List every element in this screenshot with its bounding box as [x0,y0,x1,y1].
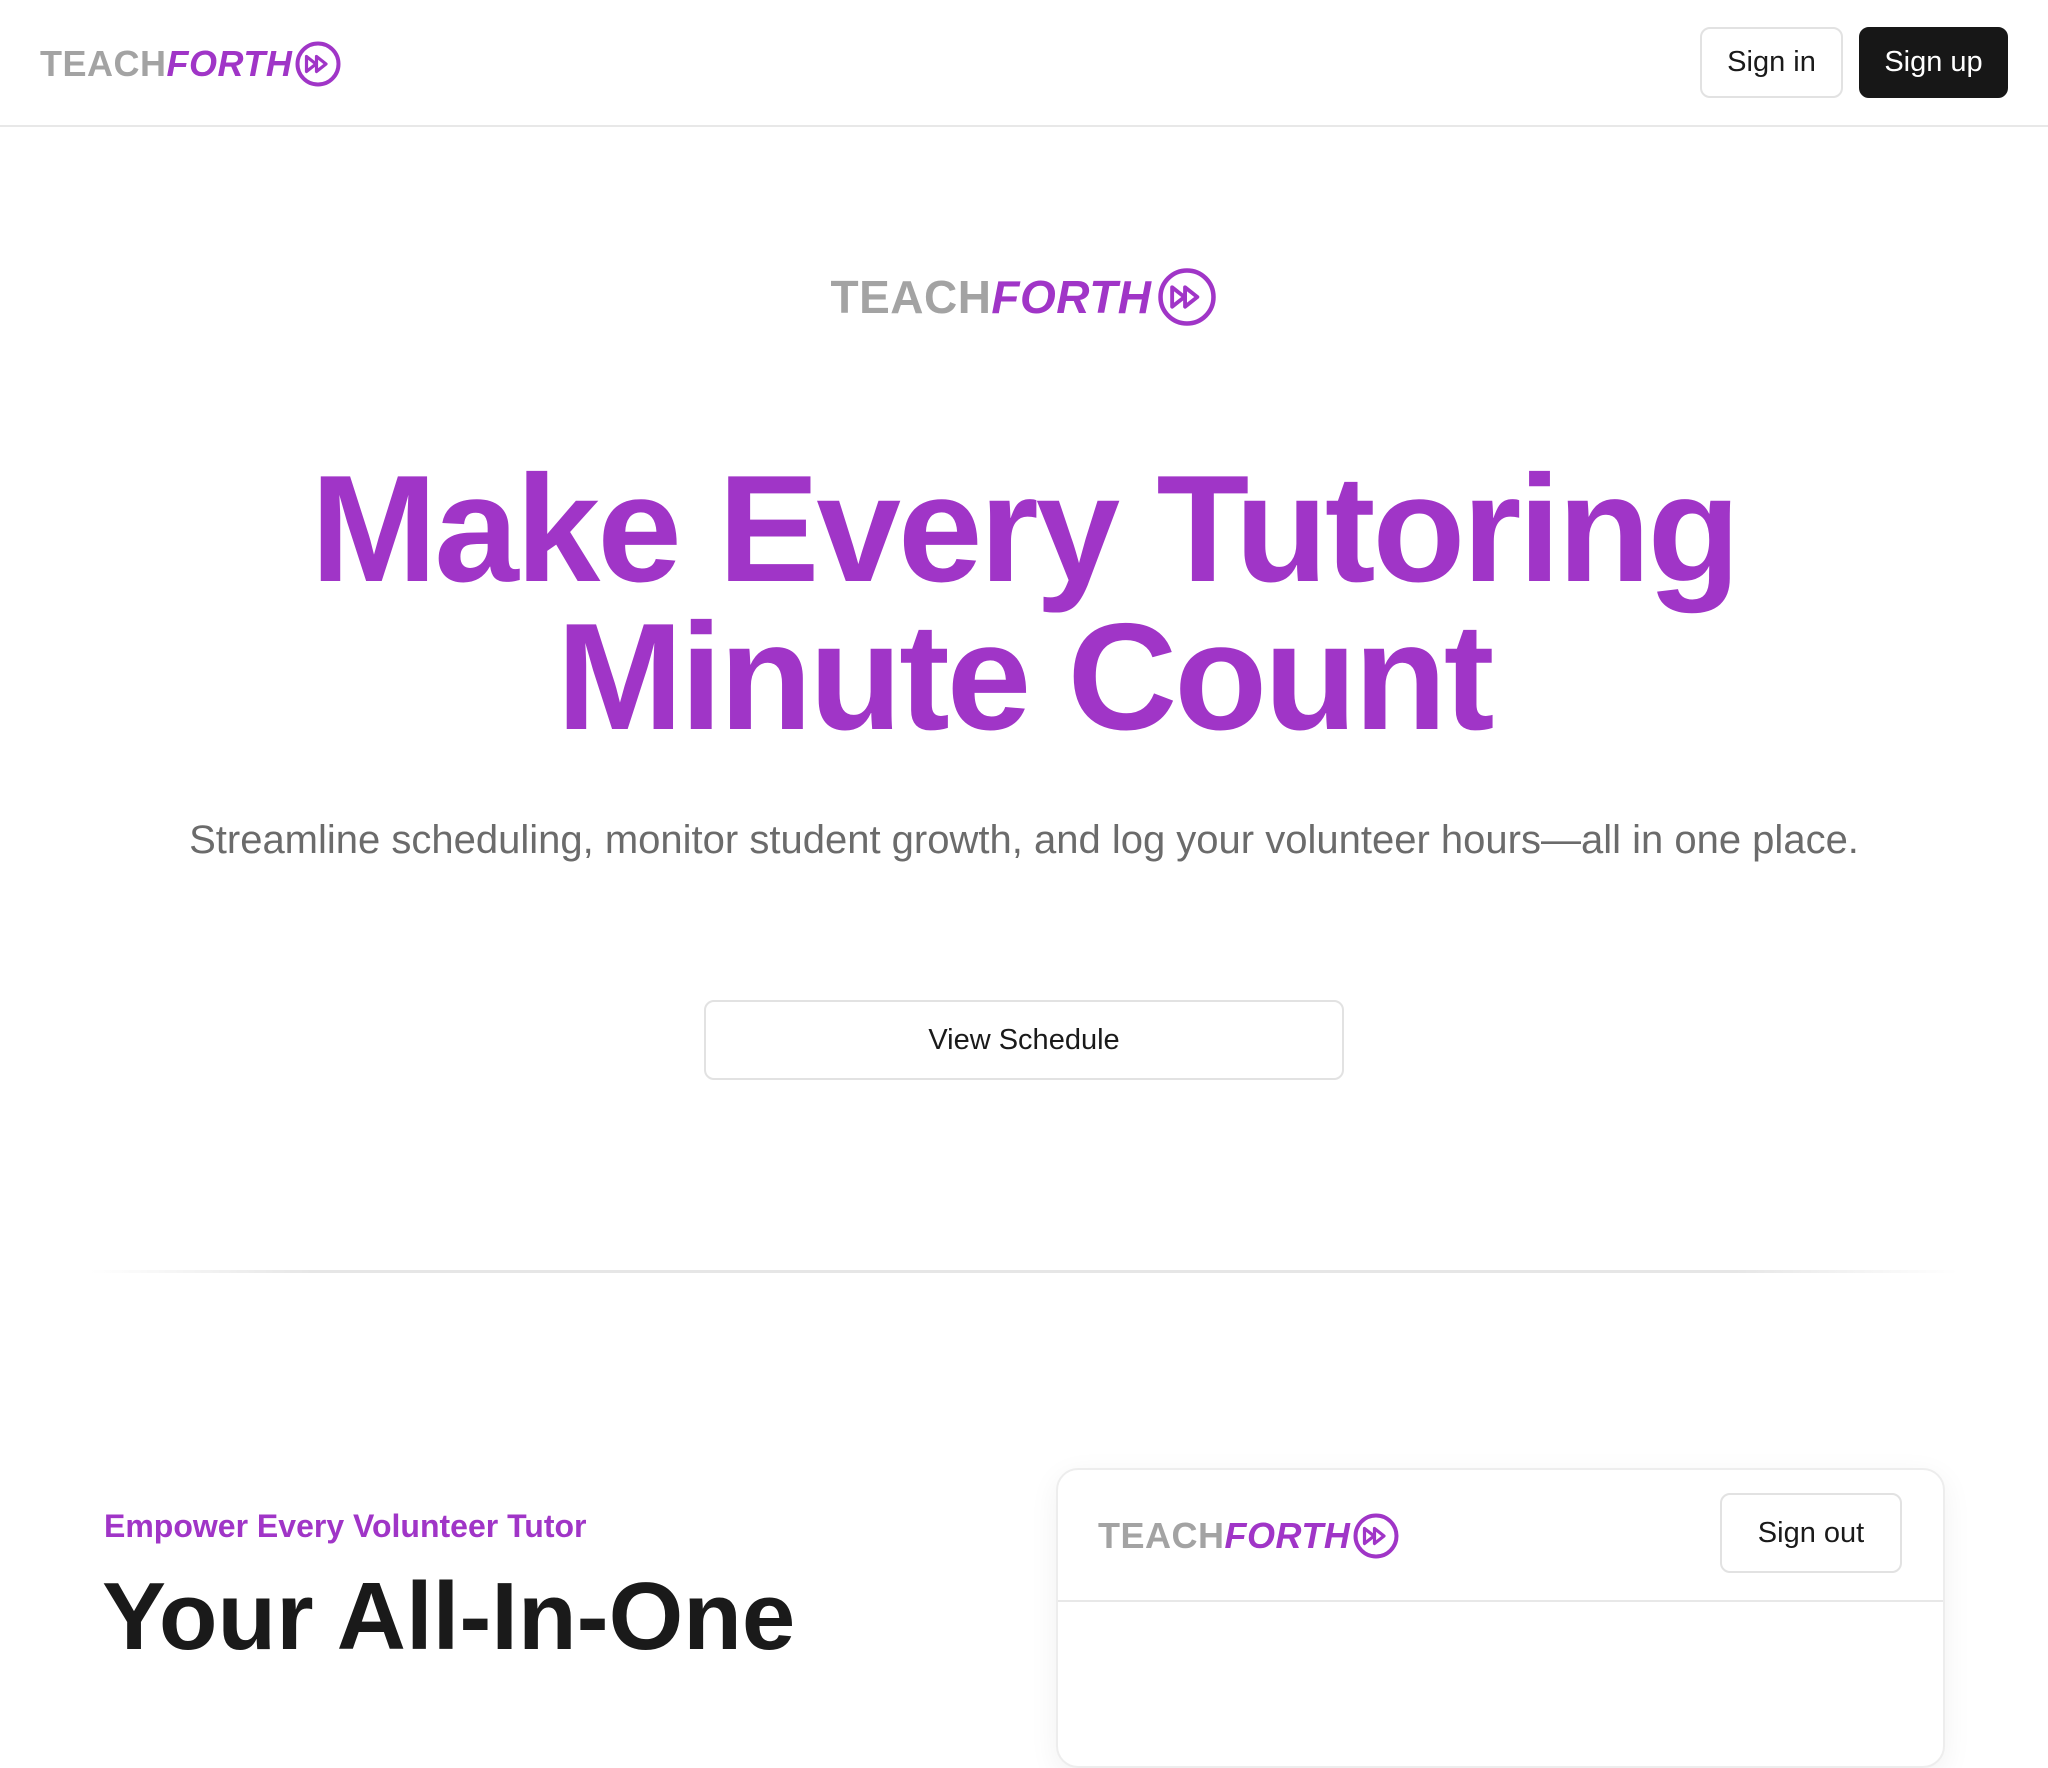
view-schedule-button[interactable]: View Schedule [704,1000,1344,1080]
sign-in-button[interactable]: Sign in [1700,27,1843,98]
preview-header: TEACH FORTH Sign out [1058,1470,1943,1602]
brand-name-part2: FORTH [991,271,1152,323]
brand-name-part2: FORTH [166,43,293,84]
sign-out-button[interactable]: Sign out [1720,1493,1902,1573]
hero-title-line2: Minute Count [556,592,1495,762]
fast-forward-circle-icon [1353,1513,1399,1559]
brand-name-part2: FORTH [1224,1515,1351,1556]
hero-logo-wrap: TEACH FORTH [0,266,2048,328]
hero-title-line1: Make Every Tutoring [310,444,1741,614]
site-header: TEACH FORTH Sign in Sign up [0,0,2048,127]
app-preview-card: TEACH FORTH Sign out [1056,1468,1945,1768]
hero-title: Make Every Tutoring Minute Count [0,444,2048,762]
hero-brand-logo: TEACH FORTH [830,266,1217,328]
section-eyebrow: Empower Every Volunteer Tutor [104,1508,587,1544]
brand-name-part1: TEACH [40,43,167,84]
preview-brand-logo: TEACH FORTH [1098,1512,1400,1560]
brand-name-part1: TEACH [1098,1515,1225,1556]
brand-logo[interactable]: TEACH FORTH [40,40,342,88]
section-heading: Your All-In-One [102,1563,796,1670]
fast-forward-circle-icon [295,41,341,87]
sign-up-button[interactable]: Sign up [1859,27,2008,98]
hero-subtitle: Streamline scheduling, monitor student g… [189,818,1859,862]
section-divider [90,1270,1958,1273]
brand-name-part1: TEACH [830,271,992,323]
fast-forward-circle-icon [1157,268,1216,326]
